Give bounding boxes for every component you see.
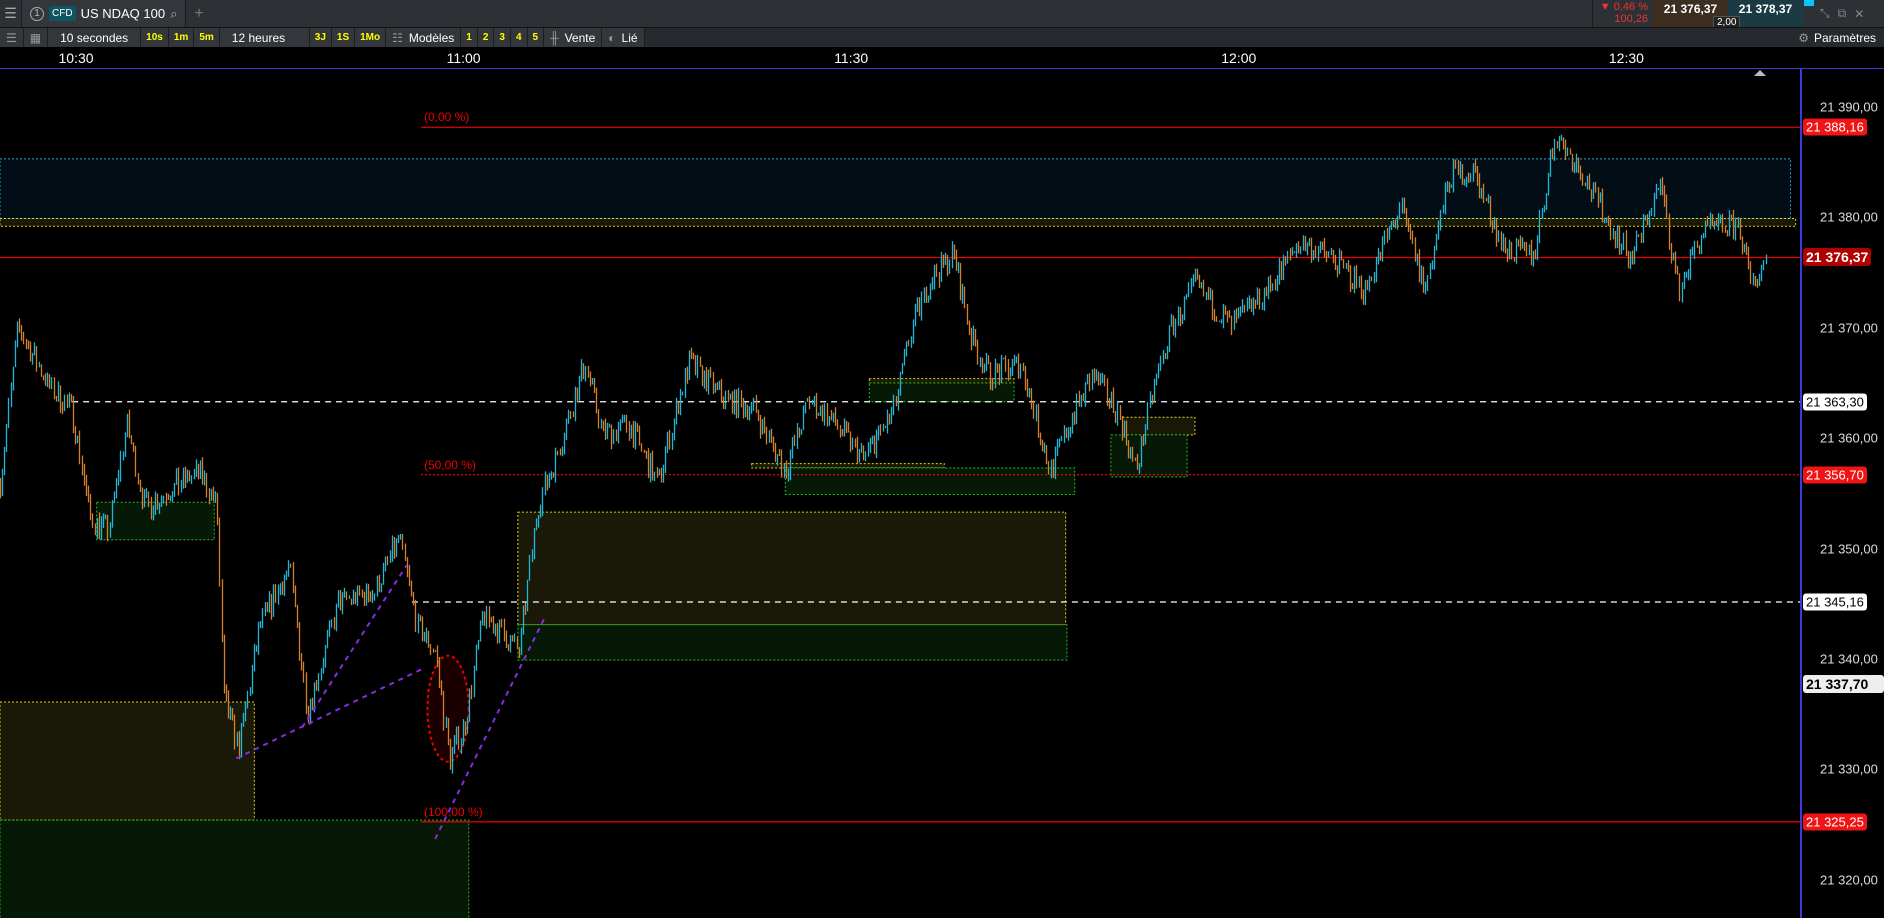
fib-level-label: (50,00 %) (423, 457, 476, 472)
price-level-tag: 21 356,70 (1803, 466, 1867, 484)
trendline (235, 668, 423, 760)
price-tick-label: 21 340,00 (1820, 651, 1878, 667)
price-level-tag: 21 345,16 (1803, 593, 1867, 611)
price-level-tag: 21 363,30 (1803, 393, 1867, 411)
price-level-tag: 21 388,16 (1803, 118, 1867, 136)
scroll-to-latest-icon[interactable] (1754, 70, 1766, 76)
price-chart[interactable] (0, 0, 1884, 918)
fib-level-label: (0,00 %) (423, 110, 470, 125)
price-tick-label: 21 330,00 (1820, 761, 1878, 777)
price-tick-label: 21 380,00 (1820, 209, 1878, 225)
price-tick-label: 21 370,00 (1820, 320, 1878, 336)
zone-yellow (751, 463, 945, 469)
price-axis-border (1800, 68, 1802, 918)
price-tick-label: 21 390,00 (1820, 99, 1878, 115)
price-level-tag: 21 337,70 (1803, 675, 1884, 694)
zone-cyan (0, 158, 1791, 220)
zone-green (517, 624, 1068, 661)
zone-yellow (0, 701, 255, 821)
zone-yellow (0, 218, 1797, 227)
price-tick-label: 21 350,00 (1820, 541, 1878, 557)
price-level-tag: 21 325,25 (1803, 813, 1867, 831)
ellipse-annotation (426, 654, 470, 763)
zone-green (0, 819, 470, 918)
price-tick-label: 21 320,00 (1820, 872, 1878, 888)
zone-green (1110, 434, 1188, 478)
price-level-tag: 21 376,37 (1803, 248, 1872, 267)
chart-top-border (0, 68, 1884, 69)
price-tick-label: 21 360,00 (1820, 430, 1878, 446)
zone-green (784, 467, 1076, 496)
zone-yellow (517, 511, 1067, 626)
zone-yellow (1122, 416, 1196, 436)
fib-level-label: (100,00 %) (423, 804, 483, 819)
trendline (301, 564, 408, 728)
